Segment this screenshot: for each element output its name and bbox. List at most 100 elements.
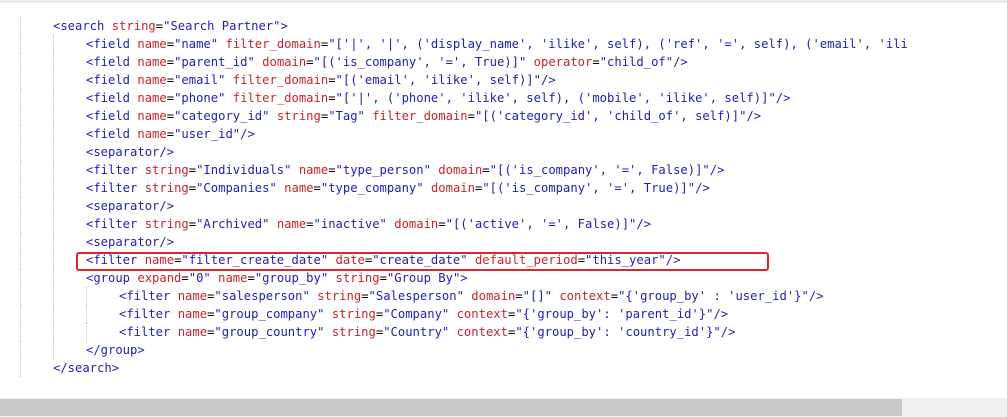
code-line[interactable]: <separator/> [0,233,1007,251]
code-line[interactable]: <separator/> [0,143,1007,161]
indent-guide [20,125,21,143]
indent-guide [20,269,21,287]
indent-guide [53,89,54,107]
indent-guide [20,89,21,107]
attribute-name: name [177,289,208,303]
code-line[interactable]: </search> [0,359,1007,377]
equals-sign: = [247,271,255,285]
attribute-value: "Group By" [386,271,461,285]
code-line-text: <separator/> [86,143,174,161]
attribute-name: domain [430,181,475,195]
attribute-value: "group_by" [254,271,329,285]
tag-token: /> [673,55,688,69]
code-line[interactable]: <field name="category_id" string="Tag" f… [0,107,1007,125]
code-area[interactable]: <search string="Search Partner"> <field n… [0,17,1007,377]
attribute-name: name [137,127,167,141]
code-line[interactable]: <filter name="group_country" string="Cou… [0,323,1007,341]
attribute-name: name [137,55,167,69]
attribute-value: "[('is_company', '=', True)]" [482,181,696,195]
code-line[interactable]: <filter name="salesperson" string="Sales… [0,287,1007,305]
tag-token: </group> [86,343,145,357]
code-line-text: <field name="name" filter_domain="['|', … [86,35,908,53]
tag-token: <field [86,55,131,69]
code-line[interactable]: <group expand="0" name="group_by" string… [0,269,1007,287]
attribute-value: "{'group_by': 'country_id'}" [515,325,721,339]
indent-guide [53,143,54,161]
code-line[interactable]: <filter string="Companies" name="type_co… [0,179,1007,197]
code-line[interactable]: <field name="parent_id" domain="[('is_co… [0,53,1007,71]
code-line-text: <filter string="Individuals" name="type_… [86,161,724,179]
code-line-highlighted[interactable]: <filter name="filter_create_date" date="… [0,251,1007,269]
attribute-value: "Salesperson" [368,289,464,303]
attribute-name: string [144,163,189,177]
attribute-value: "[('is_company', '=', False)]" [489,163,710,177]
attribute-name: name [137,109,167,123]
code-line[interactable]: <field name="user_id"/> [0,125,1007,143]
attribute-name: name [137,91,167,105]
attribute-name: context [456,307,508,321]
attribute-name: domain [438,163,483,177]
code-line[interactable]: <search string="Search Partner"> [0,17,1007,35]
code-line-text: <field name="user_id"/> [86,125,255,143]
code-line[interactable]: </group> [0,341,1007,359]
equals-sign: = [592,55,600,69]
attribute-name: string [317,289,362,303]
tag-token: /> [808,289,824,303]
code-line[interactable]: <filter string="Individuals" name="type_… [0,161,1007,179]
code-line[interactable]: <field name="name" filter_domain="['|', … [0,35,1007,53]
attribute-name: string [331,325,376,339]
equals-sign: = [361,289,369,303]
tag-token: /> [695,181,710,195]
indent-guide [20,143,21,161]
tag-token: <filter [86,181,138,195]
attribute-value: "[('category_id', 'child_of', self)]" [474,109,747,123]
equals-sign: = [166,55,175,69]
indent-guide [20,305,21,323]
code-line-text: <filter name="salesperson" string="Sales… [119,287,824,305]
code-editor[interactable]: <search string="Search Partner"> <field n… [0,0,1007,417]
indent-guide [20,107,21,125]
attribute-name: operator [533,55,593,69]
indent-guide [53,197,54,215]
equals-sign: = [328,163,336,177]
equals-sign: = [166,109,175,123]
attribute-value: "inactive" [313,217,387,231]
attribute-name: name [177,307,208,321]
indent-guide [53,35,54,53]
code-line-text: <field name="email" filter_domain="[('em… [86,71,556,89]
equals-sign: = [166,37,175,51]
attribute-value: "Individuals" [196,163,292,177]
indent-guide [20,35,21,53]
attribute-value: "child_of" [599,55,674,69]
equals-sign: = [482,163,490,177]
indent-guide [20,359,21,377]
attribute-value: "parent_id" [174,55,255,69]
equals-sign: = [467,109,475,123]
attribute-value: "type_person" [335,163,431,177]
tag-token: <field [86,127,131,141]
attribute-name: expand [137,271,182,285]
code-line[interactable]: <filter name="group_company" string="Com… [0,305,1007,323]
code-line-text: </search> [53,359,119,377]
attribute-value: "this_year" [585,253,666,267]
code-line[interactable]: <field name="email" filter_domain="[('em… [0,71,1007,89]
code-line[interactable]: <separator/> [0,197,1007,215]
code-line[interactable]: <filter string="Archived" name="inactive… [0,215,1007,233]
attribute-value: "Search Partner" [163,19,281,33]
horizontal-scrollbar[interactable] [0,398,1007,417]
attribute-name: name [177,325,208,339]
code-line[interactable]: <field name="phone" filter_domain="['|',… [0,89,1007,107]
attribute-name: filter_domain [225,37,321,51]
indent-guide [53,287,54,305]
horizontal-scrollbar-thumb[interactable] [0,399,902,416]
equals-sign: = [313,181,321,195]
tag-token: <filter [86,163,138,177]
